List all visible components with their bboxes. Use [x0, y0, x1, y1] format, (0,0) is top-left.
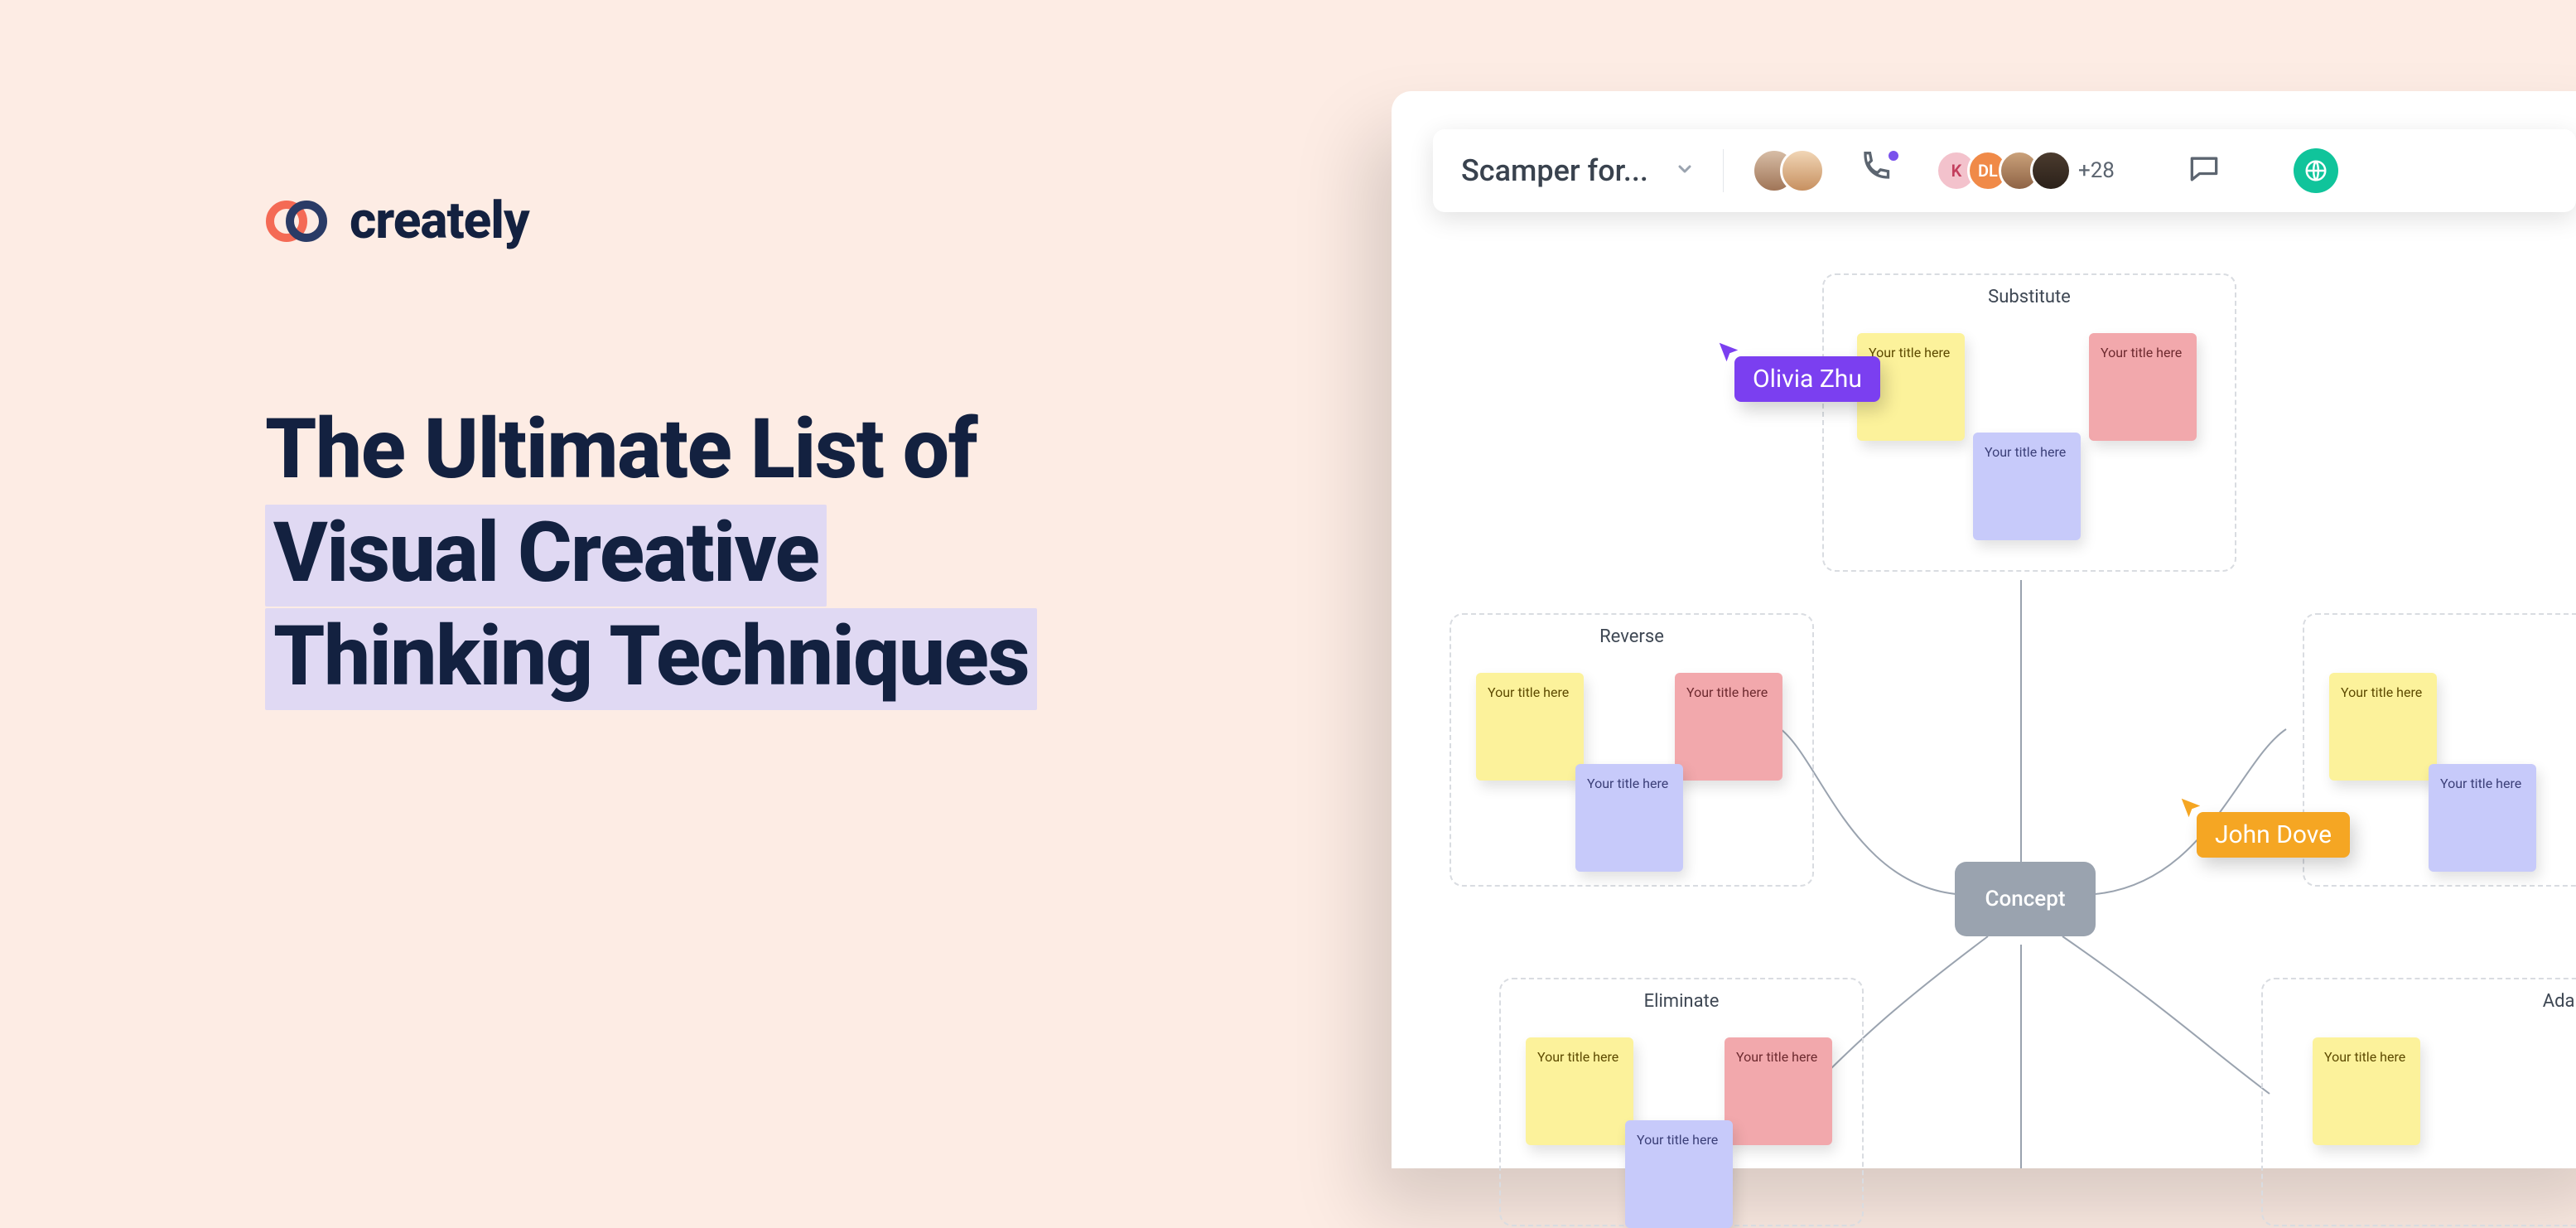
hero-heading: The Ultimate List of Visual Creative Thi… [265, 398, 1037, 708]
avatar[interactable] [2030, 150, 2072, 191]
group-substitute[interactable]: Substitute Your title here Your title he… [1822, 273, 2236, 572]
hero-line-1: The Ultimate List of [265, 398, 1037, 501]
sticky-note[interactable]: Your title here [1625, 1120, 1733, 1228]
sticky-note[interactable]: Your title here [1526, 1037, 1633, 1145]
notification-dot-icon [1886, 148, 1901, 163]
presence-cursor-olivia: Olivia Zhu [1734, 356, 1880, 402]
canvas[interactable]: Substitute Your title here Your title he… [1392, 232, 2576, 1168]
divider [1723, 149, 1724, 192]
sticky-note[interactable]: Your title here [1675, 673, 1782, 781]
presence-avatars-primary[interactable] [1752, 148, 1826, 193]
concept-node[interactable]: Concept [1955, 862, 2096, 936]
brand-name: creately [350, 191, 529, 251]
creately-logo-icon [265, 196, 331, 246]
sticky-note[interactable]: Your title here [1725, 1037, 1832, 1145]
cursor-name: Olivia Zhu [1753, 365, 1862, 394]
topbar: Scamper for... K DL +28 [1433, 129, 2576, 212]
group-title: Adapt [2543, 991, 2576, 1012]
hero-line-2: Visual Creative [265, 505, 827, 607]
sticky-note[interactable]: Your title here [1476, 673, 1584, 781]
share-button[interactable] [2294, 148, 2338, 193]
hero-line-3: Thinking Techniques [265, 608, 1037, 710]
chevron-down-icon[interactable] [1675, 159, 1695, 182]
cursor-name: John Dove [2215, 820, 2332, 849]
call-button[interactable] [1856, 150, 1898, 191]
group-reverse[interactable]: Reverse Your title here Your title here … [1450, 613, 1814, 887]
presence-overflow-count[interactable]: +28 [2078, 158, 2115, 183]
avatar[interactable] [1780, 148, 1825, 193]
sticky-note[interactable]: Your title here [2089, 333, 2197, 441]
presence-cursor-john: John Dove [2197, 812, 2350, 858]
group-eliminate[interactable]: Eliminate Your title here Your title her… [1499, 978, 1864, 1226]
document-title[interactable]: Scamper for... [1461, 153, 1648, 188]
sticky-note[interactable]: Your title here [2329, 673, 2437, 781]
sticky-note[interactable]: Your title here [1973, 433, 2081, 540]
group-title: Reverse [1599, 626, 1664, 647]
app-window: Scamper for... K DL +28 [1392, 91, 2576, 1168]
group-title: Substitute [1988, 287, 2071, 307]
group-title: Eliminate [1644, 991, 1720, 1012]
sticky-note[interactable]: Your title here [2429, 764, 2536, 872]
comment-icon[interactable] [2186, 151, 2222, 191]
group-adapt[interactable]: Adapt Your title here [2261, 978, 2576, 1226]
sticky-note[interactable]: Your title here [2313, 1037, 2420, 1145]
presence-avatars-secondary[interactable]: K DL +28 [1936, 150, 2115, 191]
sticky-note[interactable]: Your title here [1575, 764, 1683, 872]
brand-block: creately [265, 191, 529, 251]
